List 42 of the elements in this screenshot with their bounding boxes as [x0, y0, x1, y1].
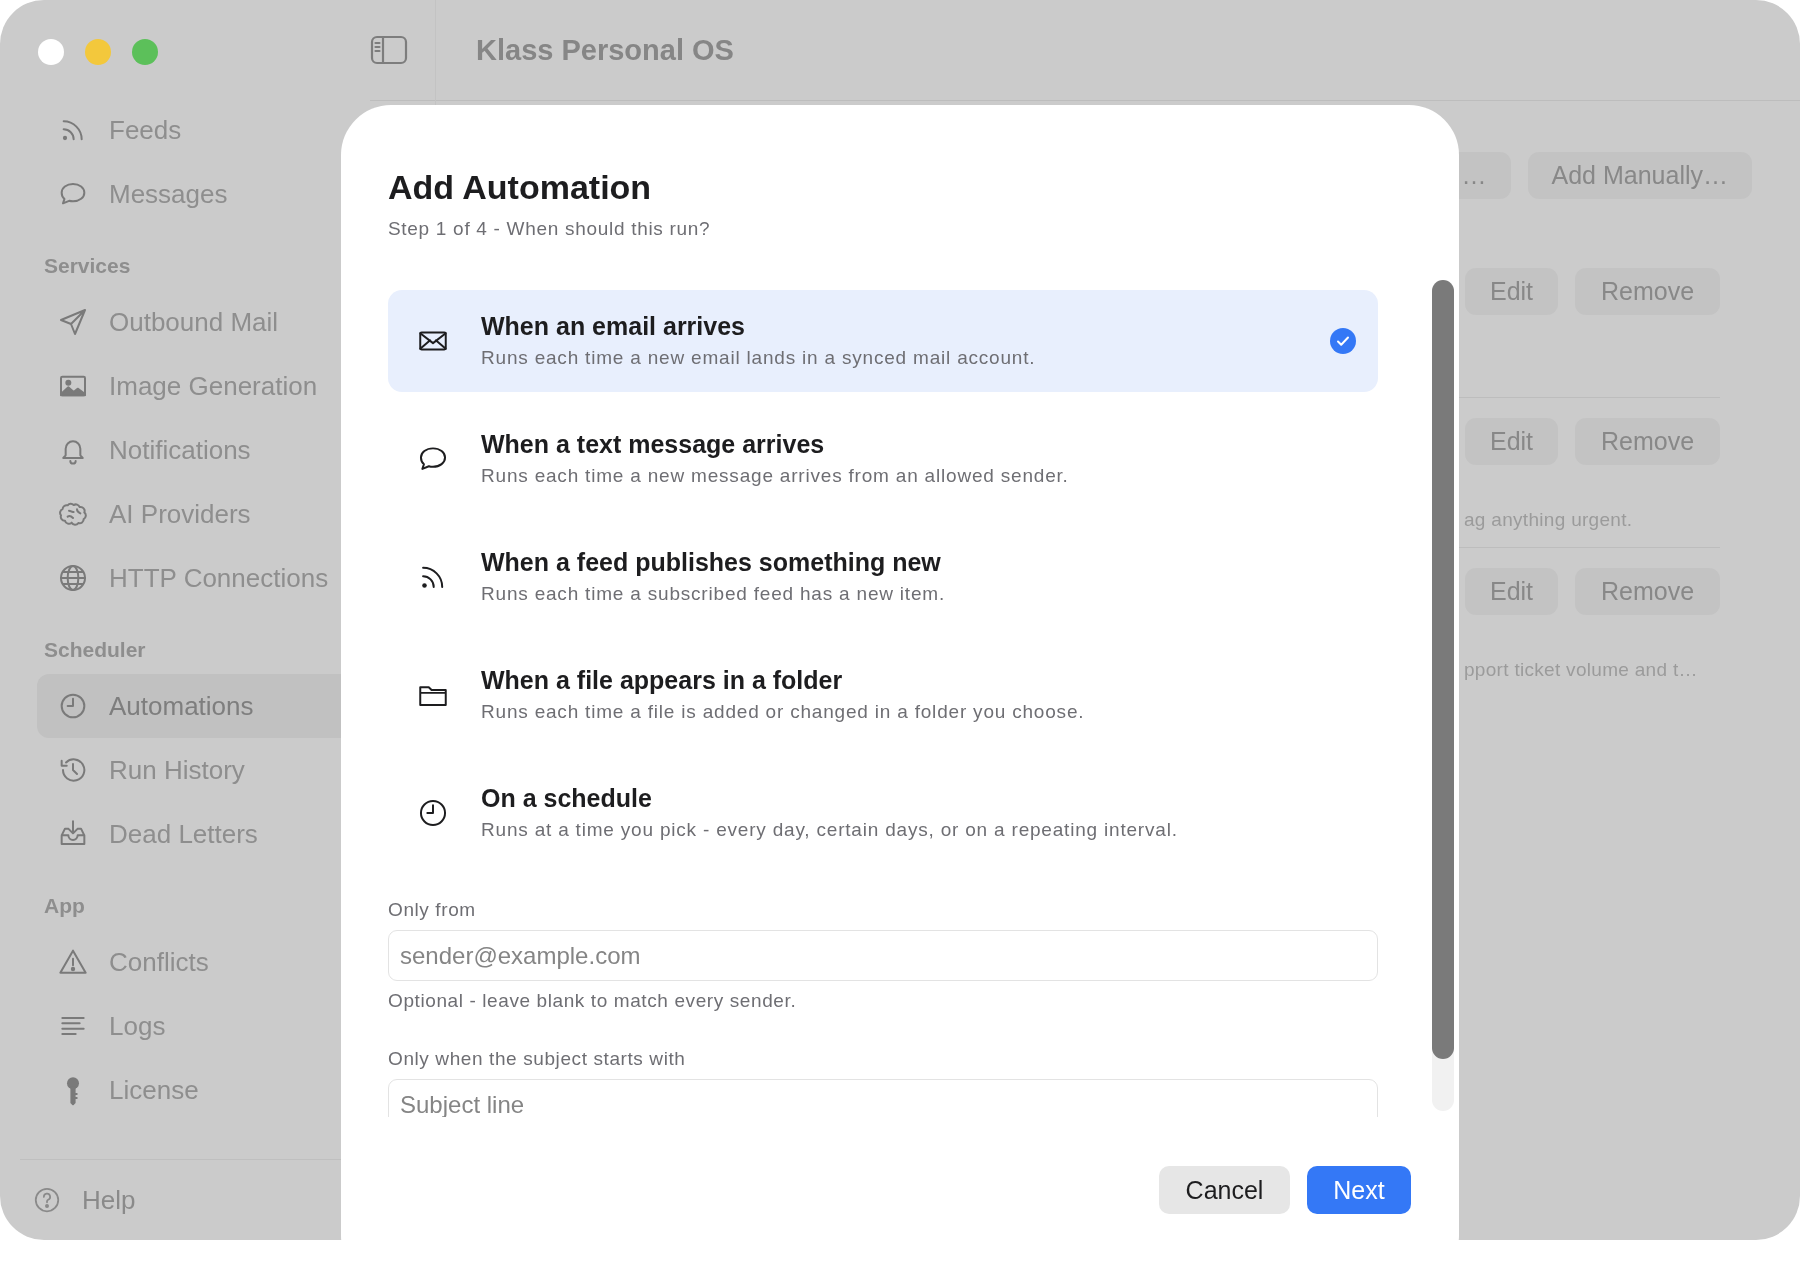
option-title: When an email arrives: [481, 311, 746, 341]
help-icon: [32, 1185, 62, 1215]
sidebar-item[interactable]: Feeds: [37, 98, 435, 162]
row-button[interactable]: Remove: [1575, 418, 1720, 465]
close-window-button[interactable]: [38, 39, 64, 65]
option-title: On a schedule: [481, 783, 653, 813]
sidebar-section-heading: Services: [44, 254, 131, 278]
trigger-option[interactable]: When an email arrives Runs each time a new email lands in a synced mail account.: [388, 290, 1378, 392]
row-button[interactable]: Remove: [1575, 568, 1720, 615]
option-description: Runs each time a file is added or changed in a folder you choose.: [481, 700, 1086, 724]
field-hint: Optional - leave blank to match every sender.: [388, 989, 798, 1013]
row-button[interactable]: Edit: [1465, 418, 1558, 465]
field-label: Only when the subject starts with: [388, 1047, 687, 1071]
dialog-title: Add Automation: [388, 167, 653, 207]
row-button[interactable]: Edit: [1465, 268, 1558, 315]
window-title: Klass Personal OS: [476, 33, 734, 67]
checkmark-icon: [1330, 328, 1356, 354]
input-field[interactable]: sender@example.com: [388, 930, 1378, 981]
option-description: Runs at a time you pick - every day, certain days, or on a repeating interval.: [481, 818, 1179, 842]
option-description: Runs each time a subscribed feed has a new item.: [481, 582, 947, 606]
sidebar-section-heading: App: [44, 894, 85, 918]
help-button[interactable]: Help: [20, 1184, 136, 1216]
sidebar-toggle-icon[interactable]: [370, 35, 408, 65]
input-field[interactable]: Subject line: [388, 1079, 1378, 1117]
minimize-window-button[interactable]: [85, 39, 111, 65]
row-button[interactable]: Edit: [1465, 568, 1558, 615]
globe-icon: [57, 562, 89, 594]
field-label: Only from: [388, 898, 477, 922]
option-title: When a feed publishes something new: [481, 547, 942, 577]
next-button[interactable]: Next: [1307, 1166, 1411, 1214]
option-title: When a text message arrives: [481, 429, 826, 459]
row-button[interactable]: Remove: [1575, 268, 1720, 315]
dialog-subtitle: Step 1 of 4 - When should this run?: [388, 218, 712, 240]
option-description: Runs each time a new email lands in a synced mail account.: [481, 346, 1037, 370]
sidebar-section-heading: Scheduler: [44, 638, 146, 662]
option-description: Runs each time a new message arrives from an allowed sender.: [481, 464, 1070, 488]
scrollbar[interactable]: [1432, 280, 1454, 1111]
option-title: When a file appears in a folder: [481, 665, 844, 695]
zoom-window-button[interactable]: [132, 39, 158, 65]
toolbar-button[interactable]: Add Manually…: [1527, 152, 1752, 199]
paper-plane-icon: [57, 306, 89, 338]
cancel-button[interactable]: Cancel: [1159, 1166, 1290, 1214]
